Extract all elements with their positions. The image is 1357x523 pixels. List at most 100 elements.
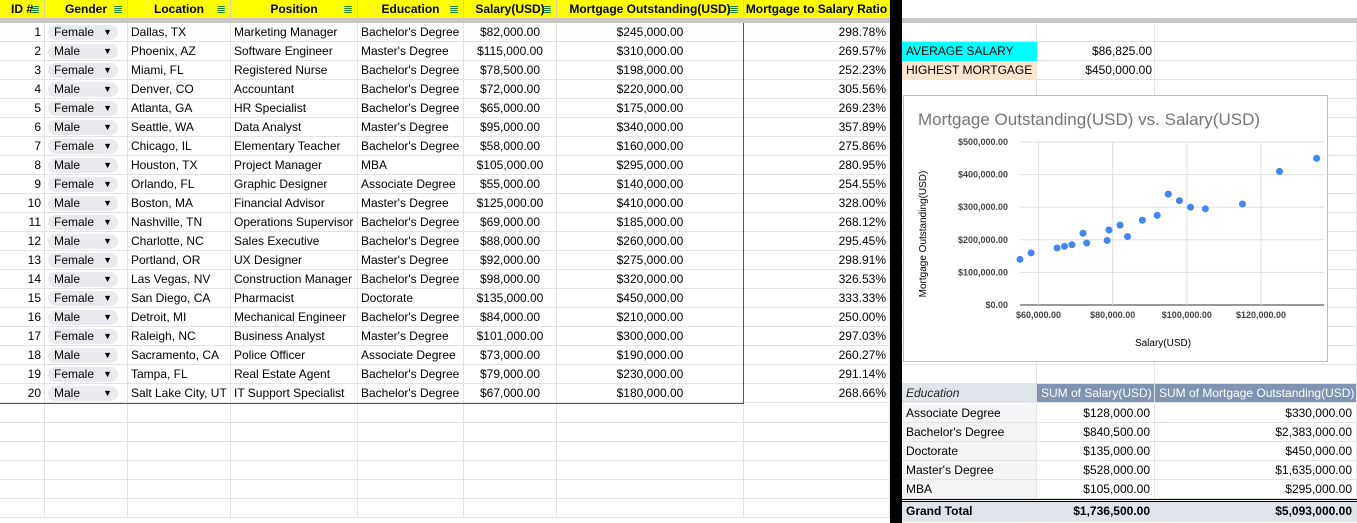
empty-cell[interactable] bbox=[0, 404, 45, 423]
empty-cell[interactable] bbox=[128, 499, 231, 518]
cell-ratio[interactable]: 280.95% bbox=[744, 156, 890, 175]
empty-cell[interactable] bbox=[45, 480, 128, 499]
column-header-id[interactable]: ID # ≣ bbox=[0, 0, 45, 18]
cell-ratio[interactable]: 297.03% bbox=[744, 327, 890, 346]
cell-ratio[interactable]: 333.33% bbox=[744, 289, 890, 308]
column-header-salary[interactable]: Salary(USD) ≣ bbox=[464, 0, 557, 18]
empty-cell[interactable] bbox=[1155, 365, 1357, 384]
pivot-cell[interactable]: $105,000.00 bbox=[1037, 480, 1155, 499]
empty-cell[interactable] bbox=[744, 461, 890, 480]
pivot-header[interactable]: Education bbox=[902, 384, 1037, 403]
empty-cell[interactable] bbox=[557, 423, 744, 442]
cell-ratio[interactable]: 268.66% bbox=[744, 384, 890, 403]
empty-cell[interactable] bbox=[0, 499, 45, 518]
empty-cell[interactable] bbox=[464, 461, 557, 480]
empty-cell[interactable] bbox=[45, 499, 128, 518]
empty-cell[interactable] bbox=[464, 442, 557, 461]
pivot-cell[interactable]: MBA bbox=[902, 480, 1037, 499]
empty-cell[interactable] bbox=[0, 423, 45, 442]
empty-cell[interactable] bbox=[1037, 365, 1155, 384]
empty-cell[interactable] bbox=[128, 442, 231, 461]
empty-cell[interactable] bbox=[45, 404, 128, 423]
cell-ratio[interactable]: 269.57% bbox=[744, 42, 890, 61]
empty-cell[interactable] bbox=[45, 461, 128, 480]
empty-cell[interactable] bbox=[902, 365, 1037, 384]
pivot-cell[interactable]: $528,000.00 bbox=[1037, 461, 1155, 480]
filter-icon[interactable]: ≣ bbox=[343, 0, 353, 18]
cell-ratio[interactable]: 250.00% bbox=[744, 308, 890, 327]
empty-cell[interactable] bbox=[128, 404, 231, 423]
empty-cell[interactable] bbox=[45, 423, 128, 442]
pivot-header[interactable]: SUM of Salary(USD) bbox=[1037, 384, 1155, 403]
pivot-cell[interactable]: $840,500.00 bbox=[1037, 423, 1155, 442]
empty-cell[interactable] bbox=[557, 404, 744, 423]
pivot-cell[interactable]: $2,383,000.00 bbox=[1155, 423, 1357, 442]
filter-icon[interactable]: ≣ bbox=[216, 0, 226, 18]
cell-ratio[interactable]: 295.45% bbox=[744, 232, 890, 251]
scatter-chart[interactable]: Mortgage Outstanding(USD) vs. Salary(USD… bbox=[903, 95, 1328, 362]
empty-cell[interactable] bbox=[744, 499, 890, 518]
empty-cell[interactable] bbox=[557, 461, 744, 480]
pivot-cell[interactable]: Associate Degree bbox=[902, 404, 1037, 423]
empty-cell[interactable] bbox=[231, 499, 358, 518]
pivot-cell[interactable]: Bachelor's Degree bbox=[902, 423, 1037, 442]
empty-cell[interactable] bbox=[0, 442, 45, 461]
cell-ratio[interactable]: 254.55% bbox=[744, 175, 890, 194]
pivot-cell[interactable]: $330,000.00 bbox=[1155, 404, 1357, 423]
column-header-gender[interactable]: Gender ≣ bbox=[45, 0, 128, 18]
empty-cell[interactable] bbox=[464, 499, 557, 518]
empty-cell[interactable] bbox=[744, 404, 890, 423]
cell-ratio[interactable]: 357.89% bbox=[744, 118, 890, 137]
empty-cell[interactable] bbox=[358, 423, 464, 442]
empty-cell[interactable] bbox=[557, 499, 744, 518]
filter-icon[interactable]: ≣ bbox=[30, 0, 40, 18]
filter-icon[interactable]: ≣ bbox=[729, 0, 739, 18]
empty-cell[interactable] bbox=[744, 442, 890, 461]
pivot-cell[interactable]: $128,000.00 bbox=[1037, 404, 1155, 423]
cell-ratio[interactable]: 326.53% bbox=[744, 270, 890, 289]
empty-cell[interactable] bbox=[358, 480, 464, 499]
cell-ratio[interactable]: 268.12% bbox=[744, 213, 890, 232]
empty-cell[interactable] bbox=[557, 442, 744, 461]
column-header-ratio[interactable]: Mortgage to Salary Ratio bbox=[744, 0, 890, 18]
empty-cell[interactable] bbox=[464, 404, 557, 423]
pivot-cell[interactable]: $295,000.00 bbox=[1155, 480, 1357, 499]
empty-cell[interactable] bbox=[464, 423, 557, 442]
column-header-education[interactable]: Education ≣ bbox=[358, 0, 464, 18]
empty-cell[interactable] bbox=[464, 480, 557, 499]
column-header-position[interactable]: Position ≣ bbox=[231, 0, 358, 18]
cell-ratio[interactable]: 305.56% bbox=[744, 80, 890, 99]
pivot-cell[interactable]: Master's Degree bbox=[902, 461, 1037, 480]
empty-cell[interactable] bbox=[744, 480, 890, 499]
empty-cell[interactable] bbox=[358, 404, 464, 423]
empty-cell[interactable] bbox=[128, 423, 231, 442]
column-header-mortgage[interactable]: Mortgage Outstanding(USD) ≣ bbox=[557, 0, 744, 18]
empty-cell[interactable] bbox=[1155, 61, 1357, 80]
cell-ratio[interactable]: 291.14% bbox=[744, 365, 890, 384]
pivot-header[interactable]: SUM of Mortgage Outstanding(USD) bbox=[1155, 384, 1357, 403]
empty-cell[interactable] bbox=[358, 499, 464, 518]
empty-cell[interactable] bbox=[1155, 23, 1357, 42]
filter-icon[interactable]: ≣ bbox=[449, 0, 459, 18]
freeze-divider[interactable] bbox=[0, 18, 1357, 23]
empty-cell[interactable] bbox=[358, 442, 464, 461]
pivot-cell[interactable]: $450,000.00 bbox=[1155, 442, 1357, 461]
cell-ratio[interactable]: 328.00% bbox=[744, 194, 890, 213]
pivot-cell[interactable]: Doctorate bbox=[902, 442, 1037, 461]
empty-cell[interactable] bbox=[0, 461, 45, 480]
empty-cell[interactable] bbox=[128, 461, 231, 480]
cell-ratio[interactable]: 269.23% bbox=[744, 99, 890, 118]
cell-ratio[interactable]: 275.86% bbox=[744, 137, 890, 156]
empty-cell[interactable] bbox=[1037, 23, 1155, 42]
empty-cell[interactable] bbox=[0, 480, 45, 499]
empty-cell[interactable] bbox=[231, 423, 358, 442]
empty-cell[interactable] bbox=[231, 461, 358, 480]
empty-cell[interactable] bbox=[231, 404, 358, 423]
empty-cell[interactable] bbox=[128, 480, 231, 499]
empty-cell[interactable] bbox=[45, 442, 128, 461]
empty-cell[interactable] bbox=[231, 442, 358, 461]
filter-icon[interactable]: ≣ bbox=[113, 0, 123, 18]
empty-cell[interactable] bbox=[557, 480, 744, 499]
pivot-cell[interactable]: $135,000.00 bbox=[1037, 442, 1155, 461]
cell-ratio[interactable]: 260.27% bbox=[744, 346, 890, 365]
